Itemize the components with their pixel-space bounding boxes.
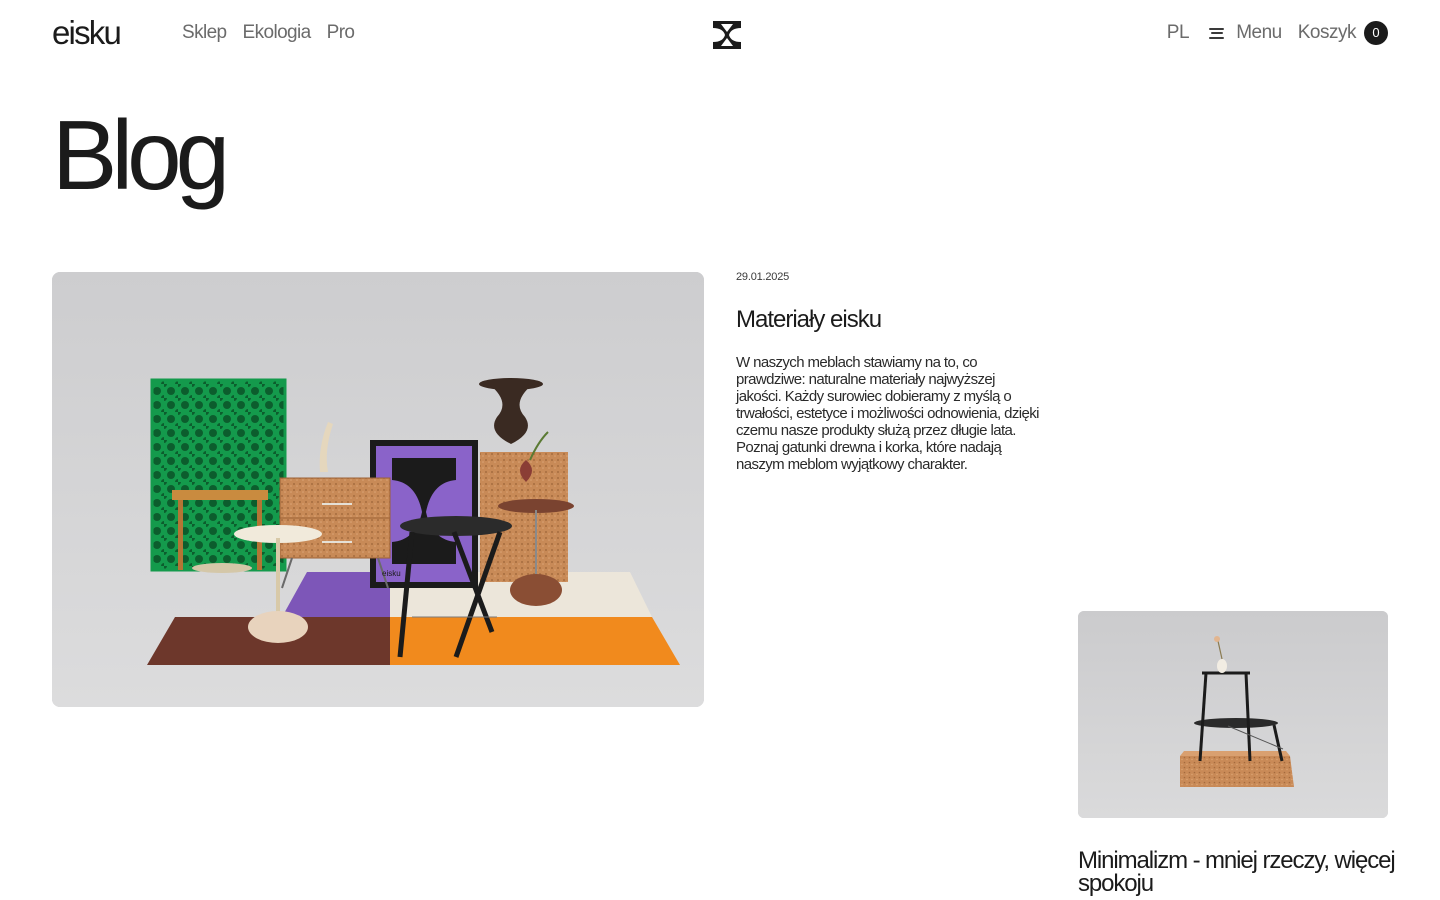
brand-mark-icon[interactable] [713,21,741,49]
hamburger-icon [1209,27,1225,39]
featured-post-text: 29.01.2025 Materiały eisku W naszych meb… [736,270,1041,473]
featured-post-image[interactable]: eisku [52,272,704,707]
page-title: Blog [52,100,230,210]
cart-count-badge: 0 [1364,21,1388,45]
cart-label: Koszyk [1297,22,1357,43]
post-date: 29.01.2025 [736,271,790,283]
image-brand-label: eisku [382,569,401,578]
nav-link-ekologia[interactable]: Ekologia [243,20,312,46]
main-nav: Sklep Ekologia Pro [182,20,355,46]
featured-post-title[interactable]: Materiały eisku [736,306,1041,334]
featured-post-excerpt: W naszych meblach stawiamy na to, co pra… [736,354,1039,473]
menu-button[interactable]: Menu [1209,20,1282,46]
second-post-title[interactable]: Minimalizm - mniej rzeczy, więcej spokoj… [1078,849,1408,896]
blog-page: eisku Sklep Ekologia Pro PL Menu Koszyk [0,0,1440,900]
language-switch[interactable]: PL [1167,20,1190,46]
logo[interactable]: eisku [52,14,122,52]
site-header: eisku Sklep Ekologia Pro PL Menu Koszyk [0,0,1440,68]
nav-link-pro[interactable]: Pro [327,20,355,46]
menu-label: Menu [1236,22,1282,43]
header-actions: PL Menu Koszyk 0 [1167,20,1388,46]
second-post-image[interactable] [1078,611,1388,818]
nav-link-sklep[interactable]: Sklep [182,20,227,46]
cart-button[interactable]: Koszyk 0 [1298,20,1388,46]
